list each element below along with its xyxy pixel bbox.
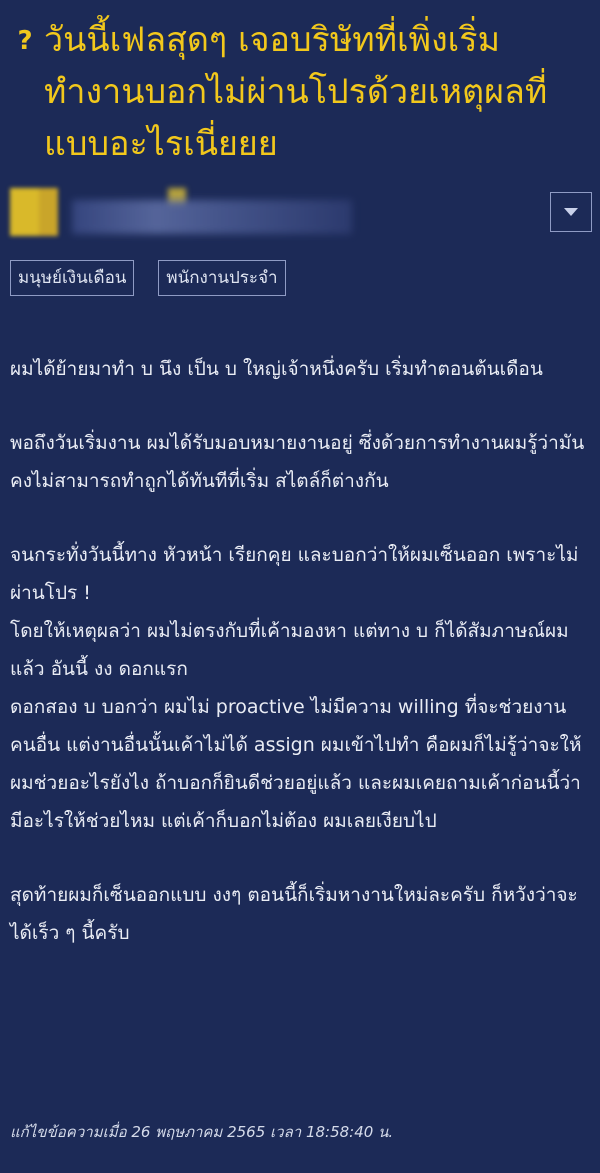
edited-timestamp: แก้ไขข้อความเมื่อ 26 พฤษภาคม 2565 เวลา 1… [10, 1123, 394, 1141]
blurred-username[interactable] [72, 200, 352, 234]
avatar[interactable] [10, 188, 58, 236]
paragraph: พอถึงวันเริ่มงาน ผมได้รับมอบหมายงานอยู่ … [10, 432, 585, 492]
options-dropdown-button[interactable] [550, 192, 592, 232]
chevron-down-icon [564, 208, 578, 216]
question-icon: ? [17, 26, 33, 56]
topic-title: วันนี้เฟลสุดๆ เจอบริษัทที่เพิ่งเริ่มทำงา… [44, 20, 548, 164]
tag-list: มนุษย์เงินเดือน พนักงานประจำ [10, 260, 286, 296]
author-row [10, 180, 592, 240]
paragraph: สุดท้ายผมก็เซ็นออกแบบ งงๆ ตอนนี้ก็เริ่มห… [10, 884, 578, 944]
post-body: ผมได้ย้ายมาทำ บ นึง เป็น บ ใหญ่เจ้าหนึ่ง… [10, 350, 590, 988]
topic-header: ? วันนี้เฟลสุดๆ เจอบริษัทที่เพิ่งเริ่มทำ… [12, 14, 587, 170]
tag-salaryman[interactable]: มนุษย์เงินเดือน [10, 260, 135, 296]
paragraph: ผมได้ย้ายมาทำ บ นึง เป็น บ ใหญ่เจ้าหนึ่ง… [10, 358, 543, 380]
tag-permanent-employee[interactable]: พนักงานประจำ [158, 260, 286, 296]
paragraph: จนกระทั่งวันนี้ทาง หัวหน้า เรียกคุย และบ… [10, 544, 582, 832]
